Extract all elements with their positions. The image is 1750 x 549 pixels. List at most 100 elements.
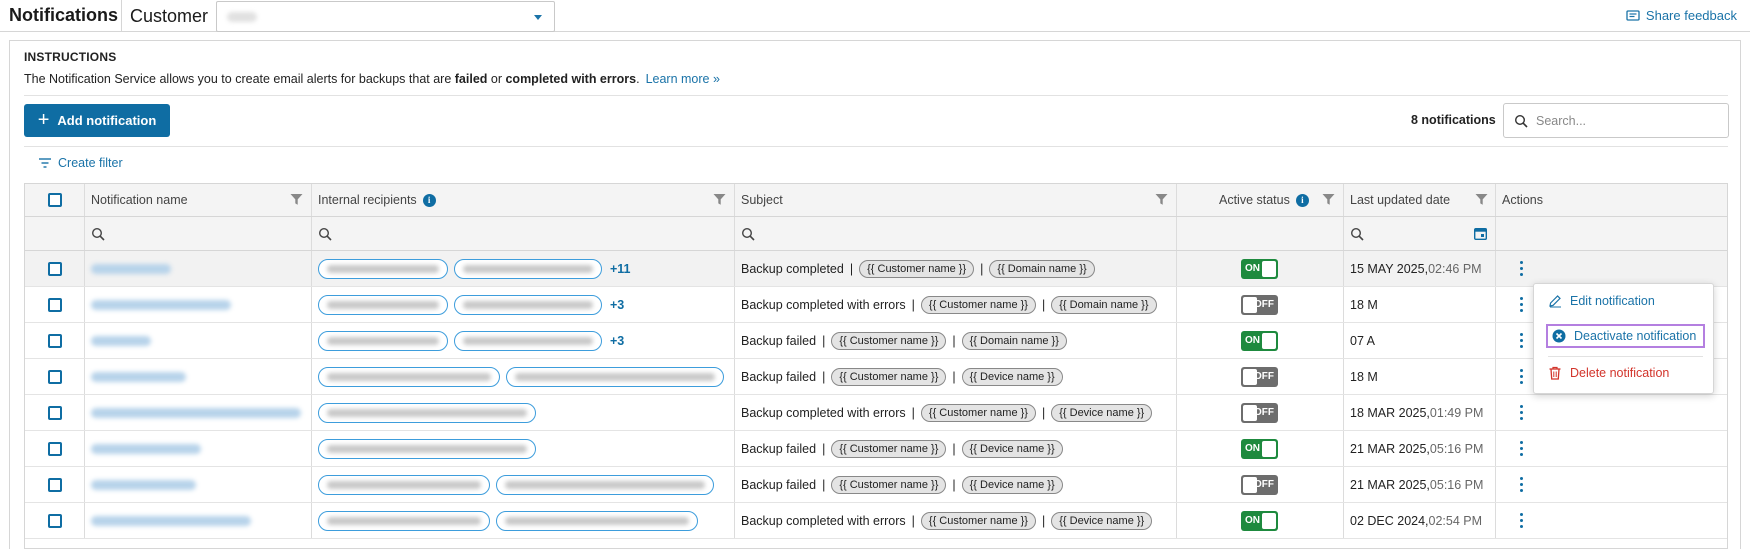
subject-token: {{ Customer name }} (859, 259, 975, 278)
subject-token: {{ Customer name }} (920, 403, 1036, 422)
recipient-chip (496, 474, 714, 495)
column-filter-icon[interactable] (1322, 193, 1335, 206)
column-header-updated[interactable]: Last updated date (1350, 184, 1450, 216)
notification-name (91, 299, 231, 310)
row-checkbox[interactable] (48, 405, 62, 420)
more-recipients-link[interactable]: +3 (610, 334, 624, 348)
select-all-checkbox[interactable] (48, 193, 62, 207)
active-status-toggle[interactable]: OFF (1241, 402, 1278, 423)
table-row: Backup failed | {{ Customer name }} | {{ Dev… (25, 431, 1727, 467)
subject-token: {{ Device name }} (961, 367, 1063, 386)
recipient-chip (318, 294, 448, 315)
row-actions-button[interactable] (1511, 287, 1531, 322)
active-status-toggle[interactable]: ON (1241, 330, 1278, 351)
row-select-cell (48, 359, 62, 394)
column-search-subject[interactable] (741, 217, 755, 250)
more-recipients-link[interactable]: +11 (610, 262, 631, 276)
add-notification-button[interactable]: + Add notification (24, 104, 170, 137)
notification-name (91, 479, 196, 490)
column-header-subject[interactable]: Subject (741, 184, 783, 216)
kebab-icon (1511, 477, 1531, 492)
row-actions-button[interactable] (1511, 431, 1531, 466)
notification-name (91, 263, 171, 274)
info-icon[interactable]: i (422, 193, 436, 207)
notification-name-link[interactable] (91, 503, 251, 538)
column-header-status[interactable]: Active status i (1219, 184, 1309, 216)
column-filter-icon[interactable] (1155, 193, 1168, 206)
row-select-cell (48, 395, 62, 430)
instructions-text: The Notification Service allows you to c… (24, 72, 720, 86)
subject-separator: | (849, 261, 854, 276)
table-row: +3 Backup failed | {{ Customer name }} | {{ D… (25, 323, 1727, 359)
kebab-icon (1511, 333, 1531, 348)
column-search-recipients[interactable] (318, 217, 332, 250)
customer-select[interactable] (216, 1, 555, 32)
share-feedback-link[interactable]: Share feedback (1626, 8, 1737, 23)
notification-name (91, 335, 151, 346)
row-checkbox[interactable] (48, 261, 62, 276)
notification-name-link[interactable] (91, 287, 231, 322)
notification-name-link[interactable] (91, 251, 171, 286)
info-icon[interactable]: i (1295, 193, 1309, 207)
notification-name-link[interactable] (91, 323, 151, 358)
active-status-toggle[interactable]: ON (1241, 258, 1278, 279)
divider (24, 95, 1728, 96)
row-checkbox[interactable] (48, 369, 62, 384)
notification-name-link[interactable] (91, 467, 196, 502)
date-value: 02 DEC 2024, (1350, 513, 1429, 528)
row-checkbox[interactable] (48, 297, 62, 312)
edit-notification-item[interactable]: Edit notification (1548, 294, 1655, 308)
column-filter-icon[interactable] (290, 193, 303, 206)
row-actions-button[interactable] (1511, 323, 1531, 358)
column-search-updated[interactable] (1350, 217, 1364, 250)
column-search-name[interactable] (91, 217, 105, 250)
row-checkbox[interactable] (48, 333, 62, 348)
last-updated-cell: 18 M (1350, 359, 1378, 394)
search-input[interactable] (1536, 112, 1721, 130)
create-filter-link[interactable]: Create filter (38, 156, 123, 170)
search-icon (318, 227, 332, 241)
subject-cell: Backup completed | {{ Customer name }} | {{ … (741, 251, 1095, 286)
recipient-chip (496, 510, 698, 531)
date-value: 15 MAY 2025, (1350, 261, 1429, 276)
notification-name-link[interactable] (91, 431, 201, 466)
row-actions-button[interactable] (1511, 395, 1531, 430)
subject-token: {{ Domain name }} (1051, 295, 1157, 314)
notification-count: 8 notifications (1411, 113, 1496, 127)
date-picker-button[interactable] (1474, 217, 1487, 250)
notification-name-link[interactable] (91, 359, 186, 394)
row-checkbox[interactable] (48, 441, 62, 456)
subject-cell: Backup completed with errors | {{ Customer… (741, 503, 1153, 538)
row-actions-button[interactable] (1511, 467, 1531, 502)
row-checkbox[interactable] (48, 513, 62, 528)
active-status-toggle[interactable]: ON (1241, 510, 1278, 531)
toggle-knob (1262, 512, 1276, 529)
recipient-chip (318, 474, 490, 495)
subject-token: {{ Device name }} (961, 475, 1063, 494)
column-header-name[interactable]: Notification name (91, 184, 188, 216)
column-header-recipients[interactable]: Internal recipients i (318, 184, 436, 216)
column-filter-icon[interactable] (1475, 193, 1488, 206)
column-filter-icon[interactable] (713, 193, 726, 206)
recipients-cell (318, 359, 730, 394)
subject-token: {{ Customer name }} (831, 439, 947, 458)
row-actions-button[interactable] (1511, 251, 1531, 286)
active-status-toggle[interactable]: ON (1241, 438, 1278, 459)
row-select-cell (48, 287, 62, 322)
close-circle-icon (1552, 329, 1566, 343)
active-status-toggle[interactable]: OFF (1241, 366, 1278, 387)
learn-more-link[interactable]: Learn more » (646, 72, 720, 86)
last-updated-cell: 21 MAR 2025, 05:16 PM (1350, 431, 1483, 466)
deactivate-notification-item[interactable]: Deactivate notification (1546, 324, 1705, 348)
subject-separator: | (822, 441, 826, 456)
table-row: Backup failed | {{ Customer name }} | {{ Dev… (25, 359, 1727, 395)
active-status-toggle[interactable]: OFF (1241, 474, 1278, 495)
notification-name-link[interactable] (91, 395, 301, 430)
row-checkbox[interactable] (48, 477, 62, 492)
subject-text: Backup completed with errors (741, 297, 906, 312)
more-recipients-link[interactable]: +3 (610, 298, 624, 312)
active-status-toggle[interactable]: OFF (1241, 294, 1278, 315)
row-actions-button[interactable] (1511, 503, 1531, 538)
delete-notification-item[interactable]: Delete notification (1548, 366, 1669, 380)
row-actions-button[interactable] (1511, 359, 1531, 394)
